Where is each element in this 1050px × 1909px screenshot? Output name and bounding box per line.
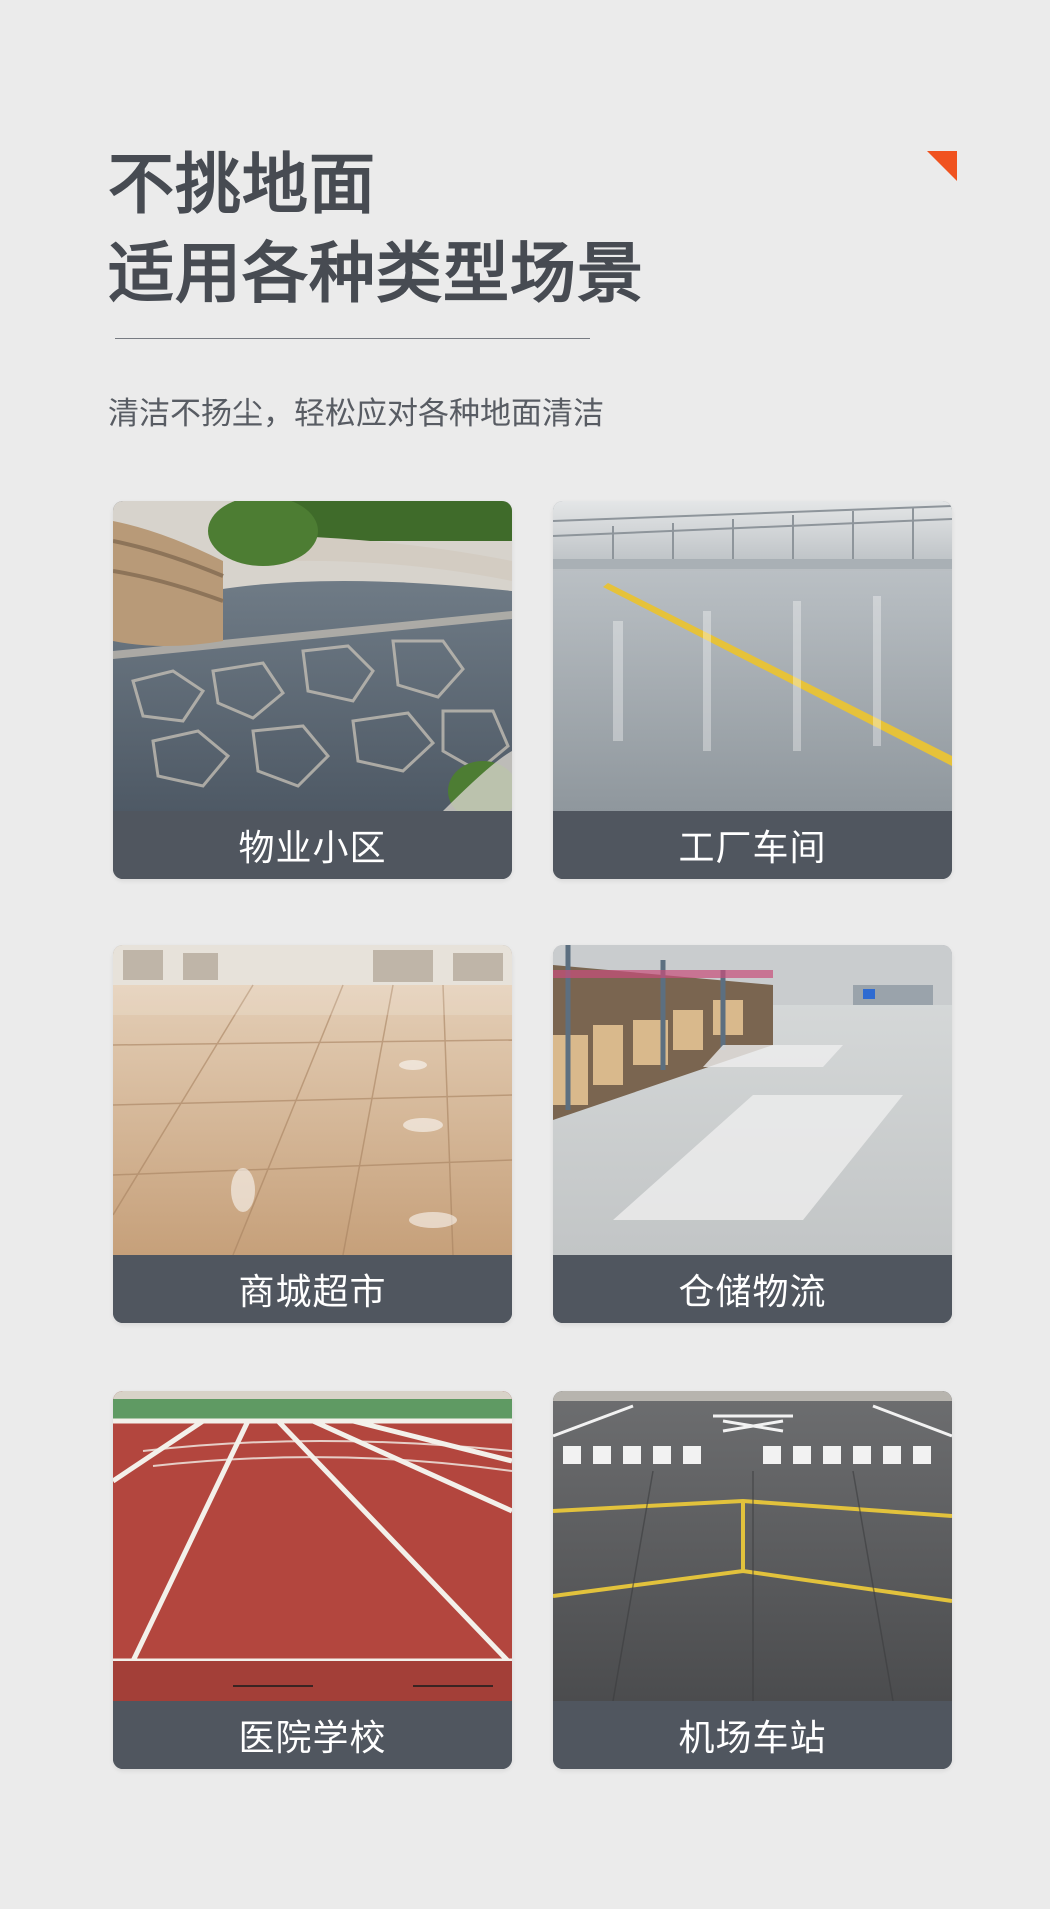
scene-label: 商城超市 — [238, 1272, 387, 1313]
title-divider — [115, 338, 590, 339]
scene-label: 物业小区 — [238, 828, 387, 869]
scene-label: 医院学校 — [238, 1718, 387, 1759]
scene-label: 仓储物流 — [678, 1272, 827, 1313]
page-subtitle: 清洁不扬尘，轻松应对各种地面清洁 — [108, 396, 604, 432]
page-title-line-2: 适用各种类型场景 — [108, 235, 644, 312]
scene-card-factory: 工厂车间 — [553, 501, 952, 879]
scene-label-bar: 工厂车间 — [553, 811, 952, 879]
scene-label-bar: 物业小区 — [113, 811, 512, 879]
page-title-line-1: 不挑地面 — [108, 146, 376, 223]
mall-tile-floor-photo — [113, 945, 512, 1255]
scene-label: 机场车站 — [678, 1718, 827, 1759]
corner-triangle-decoration — [927, 151, 957, 181]
scene-card-airport-station: 机场车站 — [553, 1391, 952, 1769]
running-track-photo — [113, 1391, 512, 1701]
scene-label-bar: 仓储物流 — [553, 1255, 952, 1323]
scene-card-warehouse: 仓储物流 — [553, 945, 952, 1323]
scene-label: 工厂车间 — [678, 828, 827, 869]
scene-label-bar: 机场车站 — [553, 1701, 952, 1769]
scene-card-property: 物业小区 — [113, 501, 512, 879]
warehouse-floor-photo — [553, 945, 952, 1255]
scene-card-hospital-school: 医院学校 — [113, 1391, 512, 1769]
scene-label-bar: 商城超市 — [113, 1255, 512, 1323]
airport-runway-photo — [553, 1391, 952, 1701]
scene-label-bar: 医院学校 — [113, 1701, 512, 1769]
factory-epoxy-floor-photo — [553, 501, 952, 811]
stone-paved-courtyard-photo — [113, 501, 512, 811]
scene-card-mall: 商城超市 — [113, 945, 512, 1323]
page-title: 不挑地面 适用各种类型场景 — [108, 140, 644, 318]
